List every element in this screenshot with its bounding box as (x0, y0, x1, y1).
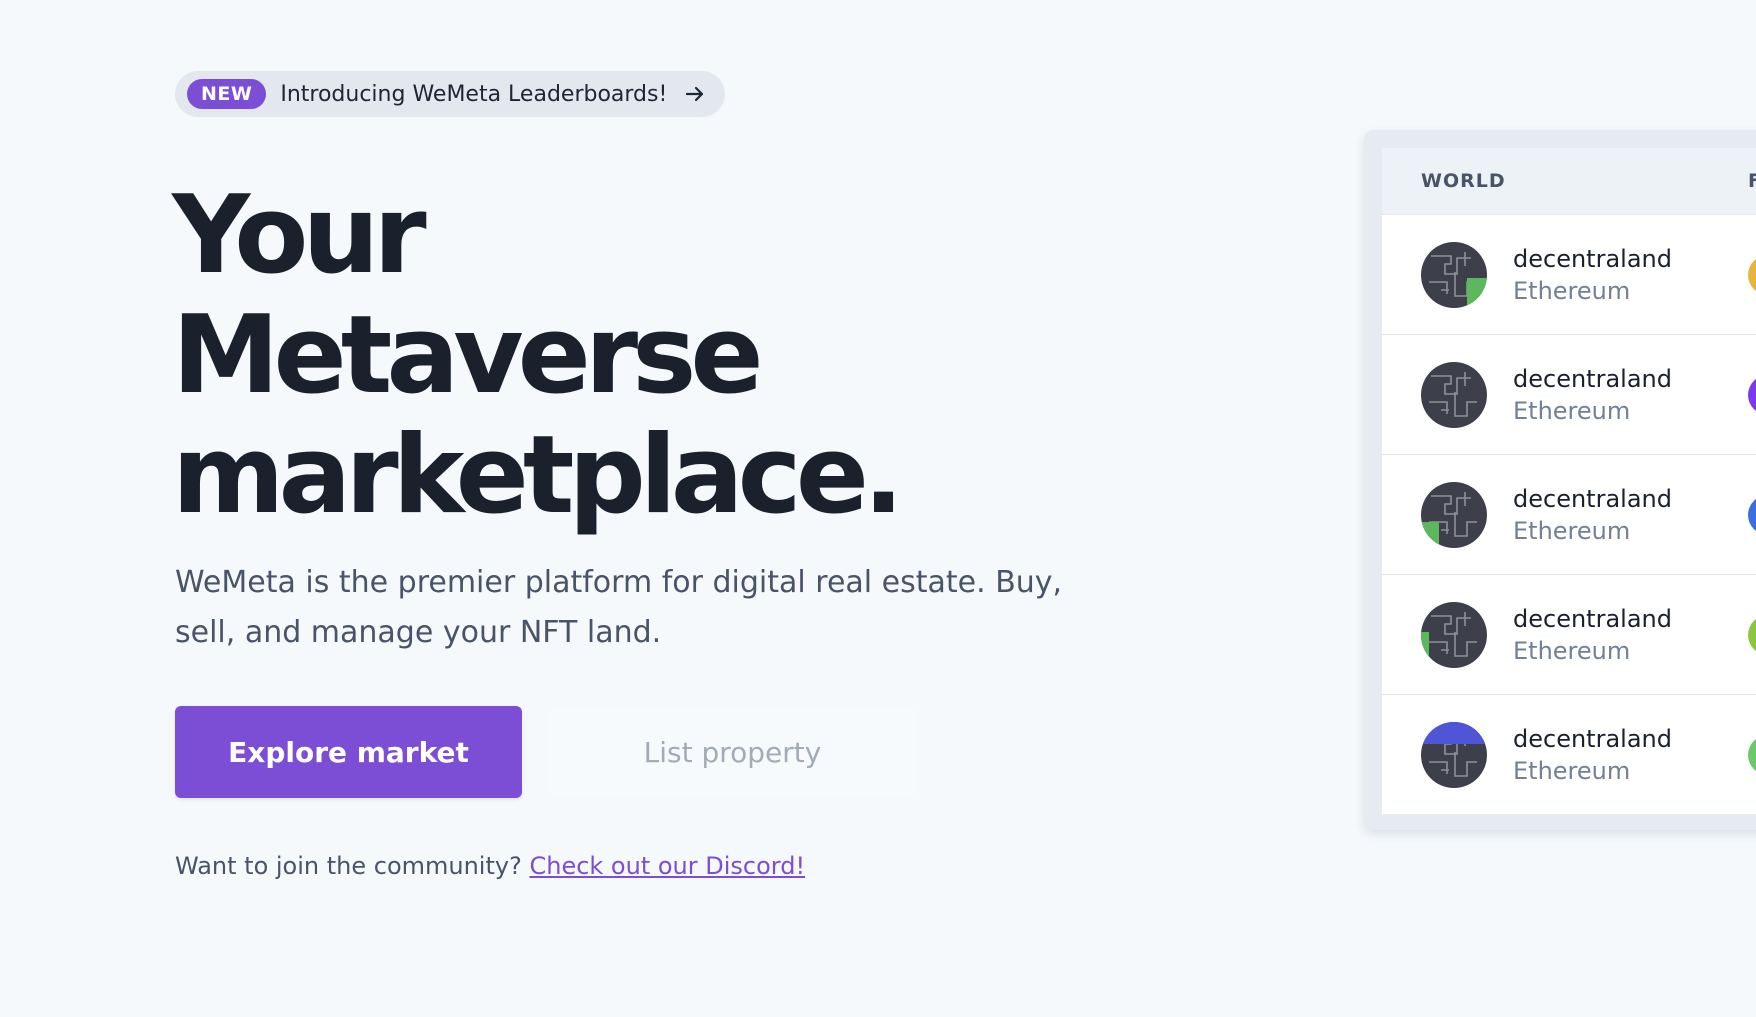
list-property-button[interactable]: List property (548, 706, 917, 798)
world-map-thumbnail (1421, 481, 1487, 548)
hero-headline: Your Metaverse marketplace. (172, 173, 904, 538)
hero-line-2: Metaverse (172, 293, 764, 418)
world-name: decentraland (1513, 484, 1672, 513)
world-map-thumbnail (1421, 361, 1487, 428)
announcement-text[interactable]: Introducing WeMeta Leaderboards! (280, 82, 667, 107)
world-name: decentraland (1513, 724, 1672, 753)
row-text: decentraland Ethereum (1513, 483, 1672, 547)
world-chain: Ethereum (1513, 516, 1631, 545)
world-map-thumbnail (1421, 601, 1487, 668)
table-body: decentraland Ethereum decentraland Ether… (1382, 214, 1756, 814)
price-token-icon (1748, 494, 1756, 535)
community-callout: Want to join the community? Check out ou… (175, 852, 805, 880)
world-map-thumbnail (1421, 241, 1487, 308)
table-row[interactable]: decentraland Ethereum (1382, 454, 1756, 574)
column-header-next: F (1748, 170, 1756, 192)
arrow-right-icon[interactable] (683, 82, 707, 106)
discord-link[interactable]: Check out our Discord! (529, 852, 805, 880)
new-badge: NEW (187, 79, 267, 109)
listings-table-panel: WORLD F decentraland Ethereum decentrala… (1364, 130, 1756, 830)
price-token-icon (1748, 374, 1756, 415)
world-map-thumbnail (1421, 721, 1487, 788)
world-chain: Ethereum (1513, 396, 1631, 425)
landing-page: NEW Introducing WeMeta Leaderboards! You… (0, 0, 1756, 1017)
world-chain: Ethereum (1513, 756, 1631, 785)
hero-subtitle: WeMeta is the premier platform for digit… (175, 565, 1063, 650)
table-header: WORLD F (1382, 148, 1756, 214)
row-text: decentraland Ethereum (1513, 363, 1672, 427)
table-row[interactable]: decentraland Ethereum (1382, 214, 1756, 334)
announcement-pill[interactable]: NEW Introducing WeMeta Leaderboards! (175, 71, 726, 117)
hero-line-1: Your (172, 173, 427, 298)
row-text: decentraland Ethereum (1513, 723, 1672, 787)
explore-market-button[interactable]: Explore market (175, 706, 522, 798)
row-text: decentraland Ethereum (1513, 603, 1672, 667)
column-header-world: WORLD (1421, 170, 1506, 192)
listings-table: WORLD F decentraland Ethereum decentrala… (1382, 148, 1756, 814)
row-text: decentraland Ethereum (1513, 243, 1672, 307)
world-chain: Ethereum (1513, 276, 1631, 305)
table-row[interactable]: decentraland Ethereum (1382, 694, 1756, 814)
table-row[interactable]: decentraland Ethereum (1382, 334, 1756, 454)
world-chain: Ethereum (1513, 636, 1631, 665)
world-name: decentraland (1513, 604, 1672, 633)
hero-line-3: marketplace. (172, 413, 904, 538)
price-token-icon (1748, 254, 1756, 295)
price-token-icon (1748, 734, 1756, 775)
world-name: decentraland (1513, 364, 1672, 393)
price-token-icon (1748, 614, 1756, 655)
world-name: decentraland (1513, 244, 1672, 273)
community-prompt: Want to join the community? (175, 852, 522, 880)
table-row[interactable]: decentraland Ethereum (1382, 574, 1756, 694)
